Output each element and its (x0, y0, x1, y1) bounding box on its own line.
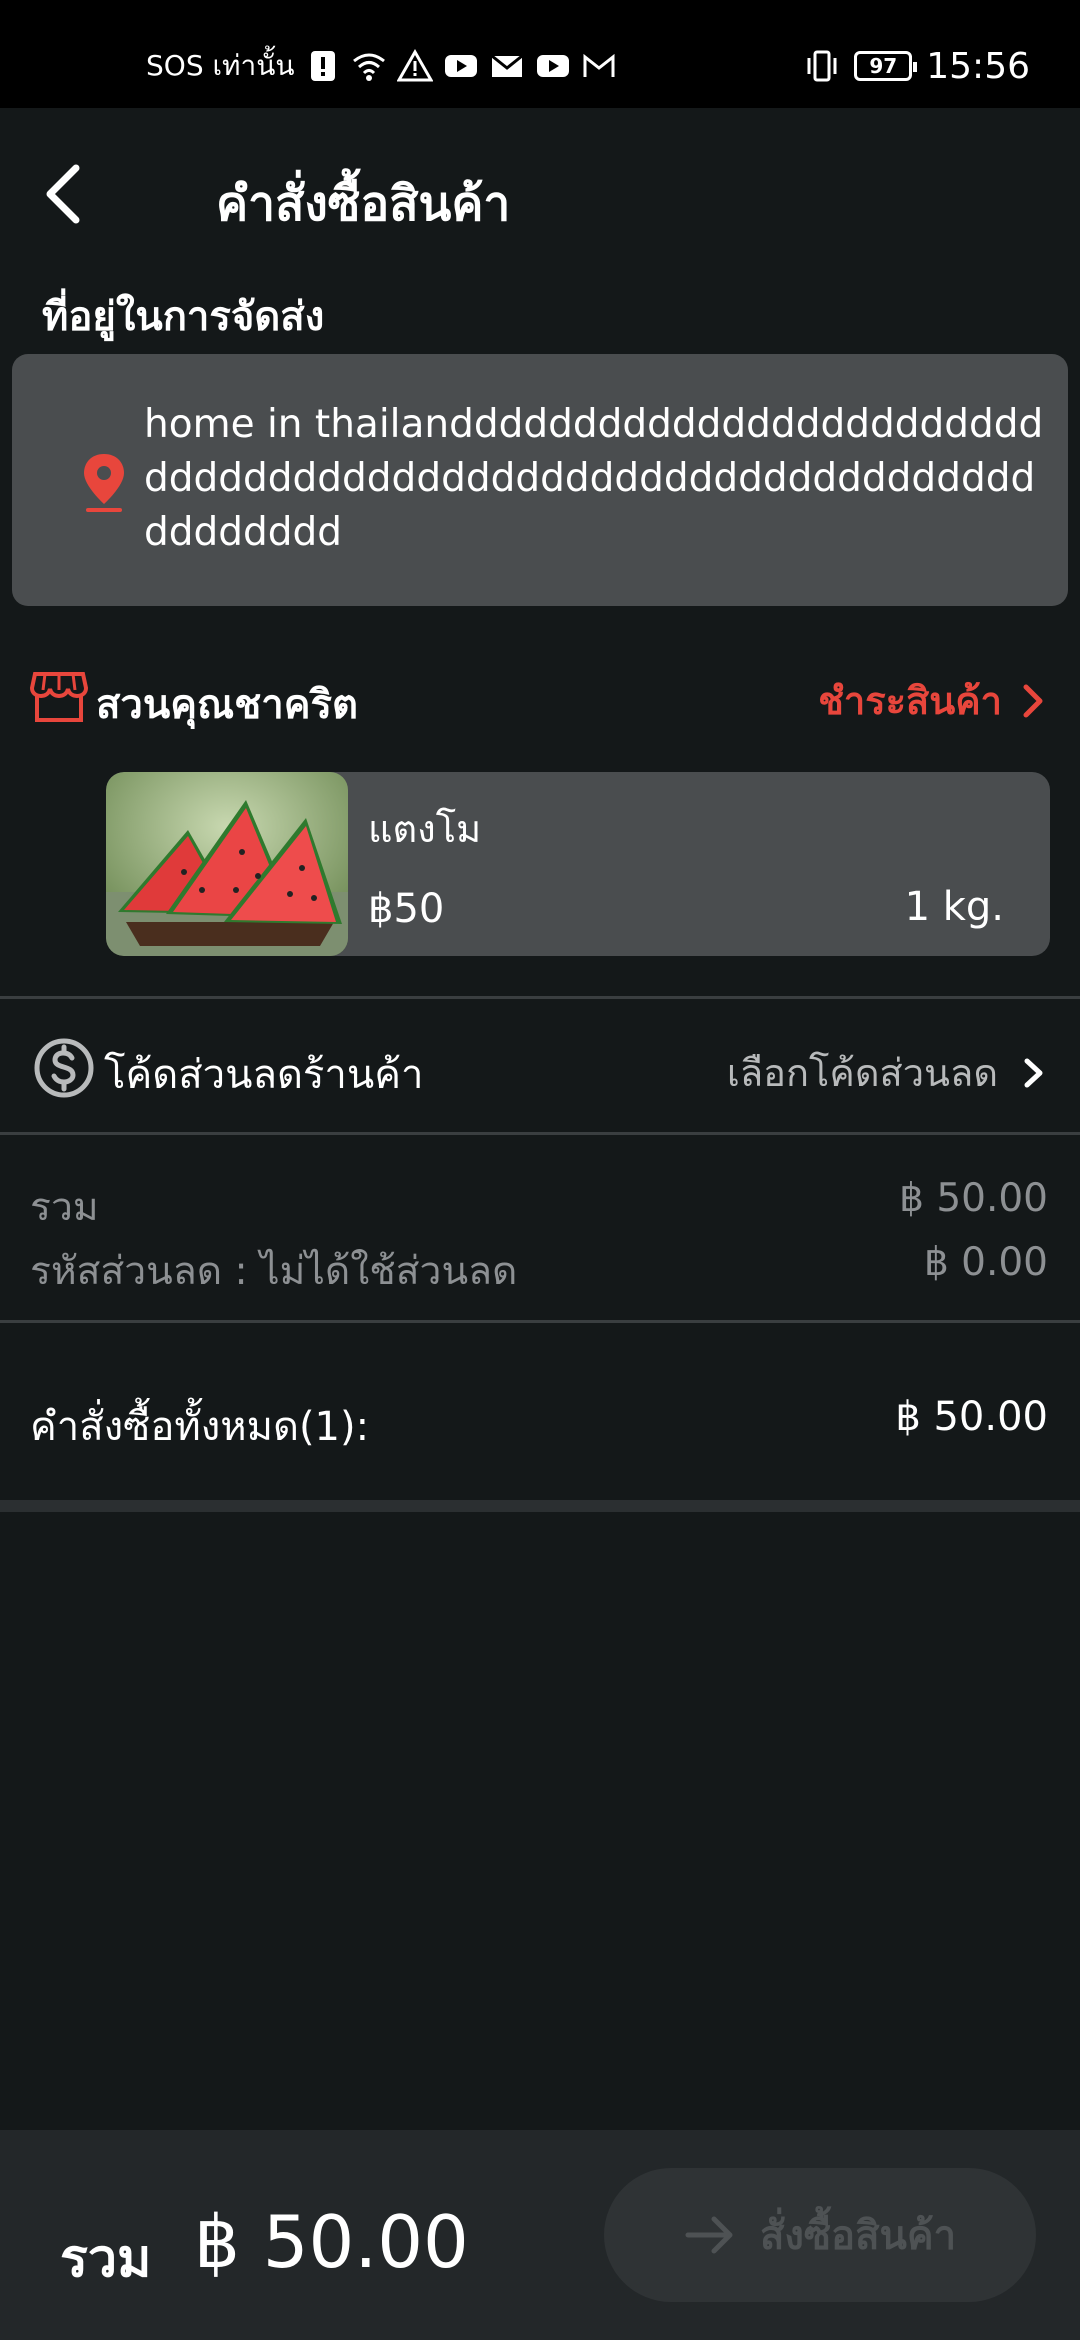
order-total-label: คำสั่งซื้อทั้งหมด(1): (30, 1404, 370, 1450)
order-total-value: ฿ 50.00 (895, 1394, 1048, 1440)
product-card[interactable]: แตงโม ฿50 1 kg. (106, 772, 1050, 956)
dollar-coin-icon (34, 1038, 94, 1098)
checkout-bar: รวม ฿ 50.00 สั่งซื้อสินค้า (0, 2130, 1080, 2340)
divider (0, 1320, 1080, 1323)
back-arrow-icon[interactable] (36, 158, 96, 228)
youtube-icon (444, 55, 477, 77)
app-bar: คำสั่งซื้อสินค้า (0, 108, 1080, 278)
divider (0, 996, 1080, 999)
discount-value: ฿ 0.00 (923, 1240, 1048, 1285)
status-right: 97 15:56 (804, 44, 1030, 88)
shop-name: สวนคุณชาคริต (96, 682, 358, 728)
place-order-label: สั่งซื้อสินค้า (759, 2213, 957, 2259)
coupon-row[interactable]: โค้ดส่วนลดร้านค้า เลือกโค้ดส่วนลด (0, 1000, 1080, 1132)
subtotal-value: ฿ 50.00 (899, 1176, 1048, 1221)
carrier-text: SOS เท่านั้น (146, 49, 295, 82)
pay-button[interactable]: ชำระสินค้า (818, 670, 1046, 731)
status-bar: SOS เท่านั้น 97 15:56 (0, 0, 1080, 108)
divider (0, 1132, 1080, 1135)
product-price: ฿50 (368, 886, 445, 932)
discount-label: รหัสส่วนลด : ไม่ได้ใช้ส่วนลด (30, 1249, 518, 1294)
pay-label: ชำระสินค้า (818, 679, 1002, 723)
status-left: SOS เท่านั้น (146, 44, 617, 88)
alert-card-icon (310, 51, 335, 81)
select-coupon-button[interactable]: เลือกโค้ดส่วนลด (727, 1042, 1046, 1103)
order-total-row: คำสั่งซื้อทั้งหมด(1): ฿ 50.00 (0, 1326, 1080, 1496)
chevron-right-icon (1024, 1058, 1043, 1087)
gmail-icon (583, 53, 615, 77)
product-image (106, 772, 348, 956)
select-coupon-label: เลือกโค้ดส่วนลด (726, 1051, 998, 1095)
battery-indicator: 97 (854, 51, 918, 81)
checkout-total-amount: ฿ 50.00 (194, 2200, 469, 2284)
section-separator (0, 1500, 1080, 1512)
product-quantity: 1 kg. (904, 884, 1004, 930)
page-title: คำสั่งซื้อสินค้า (216, 176, 511, 232)
address-card[interactable]: home in thailanddddddddddddddddddddddddd… (12, 354, 1068, 606)
product-name: แตงโม (368, 807, 482, 851)
clock: 15:56 (926, 45, 1030, 87)
warning-icon (396, 49, 433, 82)
arrow-right-icon (685, 2216, 733, 2254)
subtotal-label: รวม (30, 1185, 99, 1230)
checkout-total-label: รวม (60, 2229, 152, 2289)
vibrate-icon (807, 50, 837, 82)
price-summary: รวม ฿ 50.00 รหัสส่วนลด : ไม่ได้ใช้ส่วนลด… (0, 1136, 1080, 1322)
wifi-icon (352, 53, 385, 81)
chevron-right-icon (1023, 684, 1043, 717)
shipping-address-label: ที่อยู่ในการจัดส่ง (42, 294, 325, 340)
youtube-icon-2 (536, 55, 569, 77)
coupon-label: โค้ดส่วนลดร้านค้า (104, 1052, 424, 1098)
address-text: home in thailanddddddddddddddddddddddddd… (144, 402, 1044, 555)
store-icon (30, 672, 88, 722)
place-order-button[interactable]: สั่งซื้อสินค้า (604, 2168, 1036, 2302)
shop-row: สวนคุณชาคริต ชำระสินค้า (0, 660, 1080, 736)
mail-icon (490, 54, 523, 77)
location-pin-icon (84, 454, 124, 512)
